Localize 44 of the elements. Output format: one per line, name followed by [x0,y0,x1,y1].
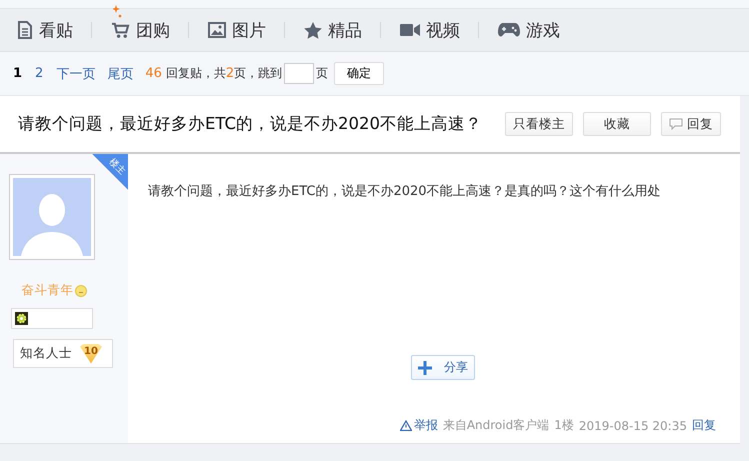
image-icon [208,22,226,38]
thread-title: 请教个问题，最近好多办ETC的，说是不办2020不能上高速？ [18,113,484,135]
nav-tab[interactable]: 图片 [208,18,266,42]
level-badge: 10 [80,344,102,364]
plus-icon [418,360,432,374]
page-link[interactable]: 1 [13,66,22,81]
thread-button[interactable]: 只看楼主 [505,112,573,136]
document-icon [17,21,33,39]
rank-title: 知名人士 [20,345,72,362]
source-text: 来自Android客户端 [442,417,550,434]
nav-tab[interactable]: 团购 [111,18,170,42]
sparkle-icon [113,4,123,18]
pager-text: 页 [316,65,328,82]
page-input[interactable] [284,63,314,84]
gamepad-icon [498,23,520,37]
ribbon-badge: 楼主 [92,154,128,190]
confirm-button[interactable]: 确定 [334,62,384,85]
pager-text: 回复贴，共 [166,65,226,82]
cart-icon [111,22,130,38]
smiley-icon [74,284,86,296]
video-camera-icon [400,23,420,37]
nav-tab[interactable]: 视频 [400,18,460,42]
nav-tab[interactable]: 游戏 [498,18,560,42]
star-icon [304,22,322,38]
page-link[interactable]: 下一页 [56,64,96,82]
thread-button[interactable]: 回复 [661,112,721,136]
nav-tab[interactable]: 看贴 [17,18,73,42]
speech-bubble-icon [669,118,683,130]
post-time: 2019-08-15 20:35 [578,418,687,432]
page-link[interactable]: 2 [35,66,44,81]
gear-badge-icon [15,312,28,325]
nav-tab[interactable]: 精品 [304,18,362,42]
reply-link[interactable]: 回复 [692,417,716,434]
pager-text: 页，跳到 [234,65,282,82]
page-count: 2 [226,66,234,81]
post-body: 请教个问题，最近好多办ETC的，说是不办2020不能上高速？是真的吗？这个有什么用处 [148,183,662,200]
share-button[interactable]: 分享 [411,355,475,380]
reply-count: 46 [145,66,162,81]
avatar[interactable] [9,174,95,260]
warning-icon [400,420,412,431]
page-link[interactable]: 尾页 [107,64,134,82]
thread-button[interactable]: 收藏 [583,112,651,136]
floor-number: 1楼 [554,417,574,434]
report-link[interactable]: 举报 [400,417,438,434]
